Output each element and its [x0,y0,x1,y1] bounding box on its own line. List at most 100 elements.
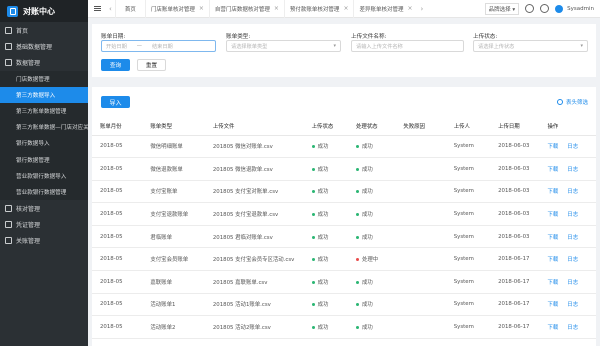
import-button[interactable]: 导入 [101,96,130,108]
uploader-cell: System [445,247,491,272]
sidebar-item[interactable]: 第三方账单数据管理 [0,102,88,120]
sidebar-item-label: 银行数据管理 [16,157,50,164]
upload-file-cell: 201805 支付宝对账单.csv [204,180,304,204]
download-link[interactable]: 下载 [548,167,559,173]
sidebar-item[interactable]: 门店数据管理 [0,70,88,87]
chevron-down-icon: ▾ [333,43,336,49]
tab-label: 预付款账单核对管理 [289,6,340,13]
status-dot-icon [311,235,315,239]
bill-date-range-picker[interactable]: 开始日期 — 结束日期 [101,40,216,52]
sidebar-nav: 首页基础数据管理数据管理 门店数据管理 第三方数据导入 第三方账单数据管理 第三方账单数… [0,22,88,249]
fail-reason-cell [395,293,446,317]
close-icon[interactable]: × [343,5,348,12]
download-link[interactable]: 下载 [548,144,559,150]
sidebar-item-label: 基础数据管理 [16,43,53,51]
brand-select[interactable]: 品牌选择 ▾ [484,2,520,15]
sidebar-item[interactable]: 银行数据导入 [0,135,88,152]
notification-icon[interactable] [540,4,550,13]
bill-month-cell: 2018-05 [92,315,143,339]
log-link[interactable]: 日志 [567,167,578,173]
voucher-icon [5,220,12,228]
uploader-cell: System [445,315,491,339]
upload-date-cell: 2018-06-17 [490,315,540,339]
sidebar-item[interactable]: 数据管理 [0,54,88,70]
sidebar-item[interactable]: 第三方数据导入 [0,86,88,103]
search-icon[interactable] [525,4,535,13]
brand-select-label: 品牌选择 [488,6,511,13]
header-filter-link[interactable]: 表头筛选 [556,98,588,106]
bill-month-cell: 2018-05 [92,135,143,159]
bill-date-label: 账单日期: [101,34,126,40]
bill-type-cell: 支付宝退款账单 [142,202,205,226]
log-link[interactable]: 日志 [567,325,578,331]
table-body: 2018-05 微信明细账单 201805 微信对账单.csv 成功 成功 System 2… [92,135,596,346]
sidebar-item[interactable]: 营业款银行数据管理 [0,183,88,201]
actions-cell: 下载 日志 [539,135,596,159]
sidebar-item[interactable]: 凭证管理 [0,216,88,232]
download-link[interactable]: 下载 [548,189,559,195]
sidebar-item[interactable]: 银行数据管理 [0,151,88,168]
tabs-scroll-left-icon[interactable]: ‹ [106,5,115,13]
close-icon[interactable]: × [407,5,412,12]
tab-self-store-check[interactable]: 自营门店数据核对管理 × [208,0,284,18]
sidebar-item-label: 关账管理 [16,238,41,246]
bill-month-cell: 2018-05 [92,247,143,272]
status-dot-icon [356,235,359,239]
upload-file-cell: 201805 嘉联账单.csv [204,270,304,294]
sidebar-item[interactable]: 营业款银行数据导入 [0,167,88,184]
close-icon[interactable]: × [274,5,279,12]
status-dot-icon [311,326,315,330]
download-link[interactable]: 下载 [548,325,559,331]
sidebar-item[interactable]: 核对管理 [0,200,88,216]
upload-status-select[interactable]: 请选择上传状态 ▾ [473,40,588,52]
tab-prepaid-check[interactable]: 预付款账单核对管理 × [283,0,354,18]
sidebar-item[interactable]: 关账管理 [0,232,88,248]
sidebar-item[interactable]: 第三方账单数据—门店对应关系 [0,119,88,136]
status-dot-icon [356,326,359,330]
log-link[interactable]: 日志 [567,257,578,263]
query-button[interactable]: 查询 [101,59,130,71]
table-header-row: 账单月份 账单类型 上传文件 上传状态 处理状态 失败原因 上传人 上传日期 操作 [92,117,596,136]
tab-diff-check[interactable]: 差异账单核对管理 × [353,0,417,18]
process-status-cell: 成功 [348,293,396,317]
header-filter-label: 表头筛选 [565,100,588,106]
avatar[interactable] [555,4,564,13]
process-status-cell: 处理中 [348,247,396,272]
fail-reason-cell [395,225,446,249]
filename-input[interactable]: 请输入上传文件名称 [351,40,464,52]
upload-status-placeholder: 请选择上传状态 [478,43,515,50]
uploader-cell: System [445,225,491,249]
close-icon[interactable]: × [199,5,204,12]
log-link[interactable]: 日志 [567,302,578,308]
status-dot-icon [356,190,359,194]
tab-home[interactable]: 首页 [114,0,145,18]
status-dot-icon [311,280,315,284]
reset-button[interactable]: 重置 [137,59,166,71]
menu-toggle-icon[interactable] [88,0,106,18]
log-link[interactable]: 日志 [567,280,578,286]
log-link[interactable]: 日志 [567,189,578,195]
table-row: 2018-05 君临账单 201805 君临对账单.csv 成功 成功 System 201… [92,225,596,249]
tabs-scroll-right-icon[interactable]: › [418,5,427,13]
log-link[interactable]: 日志 [567,235,578,241]
date-range-separator: — [136,43,142,49]
upload-status-cell: 成功 [303,293,348,317]
upload-file-cell: 201805 支付宝退款单.csv [204,202,304,226]
download-link[interactable]: 下载 [548,235,559,241]
process-status-cell: 成功 [348,180,396,204]
tab-label: 差异账单核对管理 [359,6,404,13]
user-name[interactable]: Sysadmin [567,6,594,12]
download-link[interactable]: 下载 [548,257,559,263]
column-header: 上传日期 [490,117,540,136]
sidebar-item[interactable]: 基础数据管理 [0,38,88,54]
log-link[interactable]: 日志 [567,212,578,218]
bill-type-select[interactable]: 请选择账单类型 ▾ [226,40,341,52]
upload-date-cell: 2018-06-03 [490,202,540,226]
sidebar-item[interactable]: 首页 [0,22,88,38]
download-link[interactable]: 下载 [548,302,559,308]
column-header: 上传人 [445,117,491,136]
download-link[interactable]: 下载 [548,212,559,218]
log-link[interactable]: 日志 [567,144,578,150]
download-link[interactable]: 下载 [548,280,559,286]
tab-store-bill-check[interactable]: 门店账单核对管理 × [144,0,209,18]
